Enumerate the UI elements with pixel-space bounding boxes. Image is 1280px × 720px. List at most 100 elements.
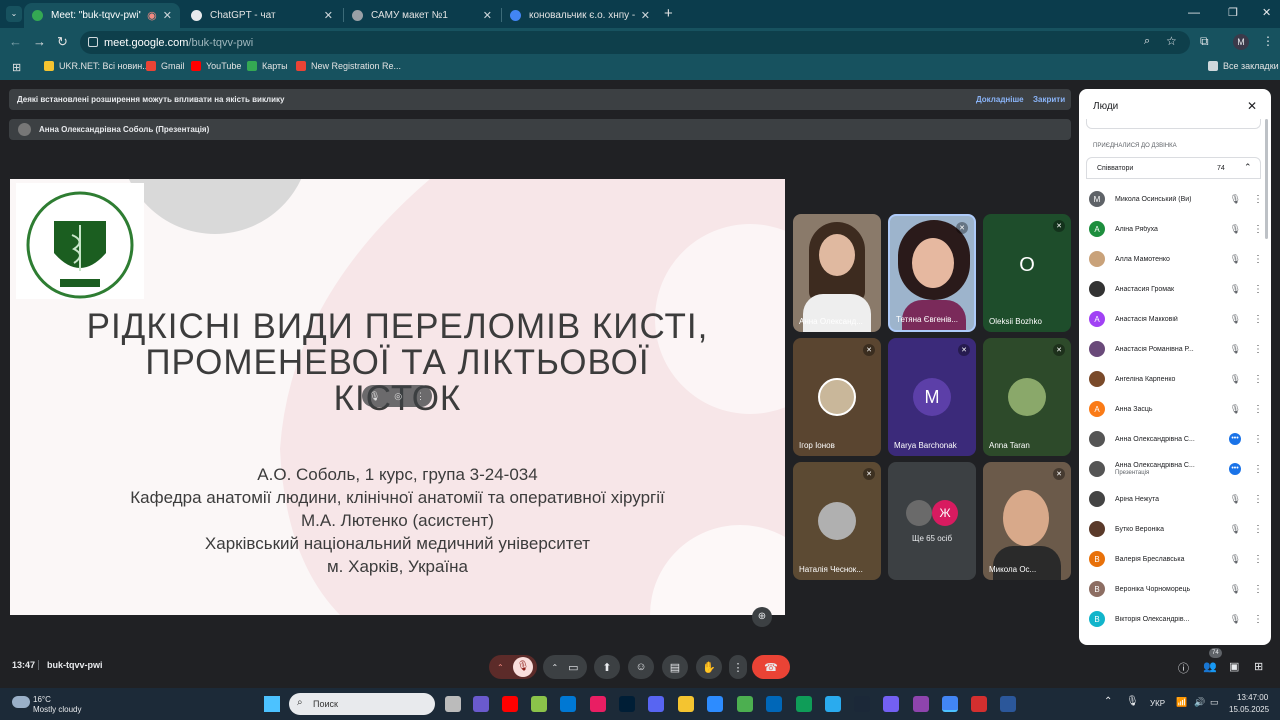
reactions-button[interactable]: ☺: [628, 655, 654, 679]
captions-button[interactable]: ▤: [662, 655, 688, 679]
tab-meet[interactable]: Meet: "buk-tqvv-pwi" ◉ ✕: [24, 3, 180, 28]
more-icon[interactable]: ⋮: [1253, 434, 1263, 445]
bookmark-star-icon[interactable]: ☆: [1166, 34, 1177, 48]
present-button[interactable]: ⬆: [594, 655, 620, 679]
chat-icon[interactable]: ▣: [1229, 660, 1239, 673]
folder-icon[interactable]: [678, 696, 694, 712]
apps-icon[interactable]: ⊞: [12, 61, 21, 74]
more-participants-tile[interactable]: Ж Ще 65 осіб: [888, 462, 976, 580]
participant-row[interactable]: М Микола Осинський (Ви) 🎙 ⋮: [1089, 184, 1263, 214]
participant-tile[interactable]: ✕ Тетяна Євгенів...: [888, 214, 976, 332]
close-icon[interactable]: ✕: [324, 9, 333, 22]
presenter-hover-controls[interactable]: 🎙 ◎ ⋮: [362, 385, 432, 407]
forward-button[interactable]: →: [33, 34, 46, 49]
profile-avatar[interactable]: M: [1233, 34, 1249, 50]
participant-tile[interactable]: ✕ Anna Taran: [983, 338, 1071, 456]
camera-group[interactable]: ⌃ ▭: [543, 655, 587, 679]
battery-icon[interactable]: ▭: [1210, 697, 1219, 708]
more-icon[interactable]: ⋮: [1253, 524, 1263, 535]
bookmark-registration[interactable]: New Registration Re...: [296, 61, 401, 71]
more-icon[interactable]: ⋮: [1253, 614, 1263, 625]
url-field[interactable]: meet.google.com/buk-tqvv-pwi ⌕ ☆: [80, 31, 1190, 54]
participant-row[interactable]: В Вікторія Олександрів... 🎙 ⋮: [1089, 604, 1263, 634]
word-icon[interactable]: [1000, 696, 1016, 712]
windows-start-icon[interactable]: [264, 696, 280, 712]
steam-icon[interactable]: [854, 696, 870, 712]
participant-row[interactable]: Аріна Нежута 🎙 ⋮: [1089, 484, 1263, 514]
scrollbar[interactable]: [1265, 119, 1268, 239]
camera-icon[interactable]: ▭: [568, 661, 578, 674]
participant-row[interactable]: Анна Олександрівна С... Презентація ••• ⋮: [1089, 454, 1263, 484]
participant-row[interactable]: Анастасія Романівна Р... 🎙 ⋮: [1089, 334, 1263, 364]
participant-row[interactable]: Алла Мамотенко 🎙 ⋮: [1089, 244, 1263, 274]
language-indicator[interactable]: УКР: [1150, 699, 1165, 708]
weather-icon[interactable]: [12, 696, 30, 708]
more-icon[interactable]: ⋮: [1253, 254, 1263, 265]
participant-tile[interactable]: M ✕ Marya Barchonak: [888, 338, 976, 456]
photoshop-icon[interactable]: [619, 696, 635, 712]
more-icon[interactable]: ⋮: [1253, 554, 1263, 565]
participant-tile[interactable]: ✕ Микола Ос...: [983, 462, 1071, 580]
volume-icon[interactable]: 🔊: [1194, 697, 1205, 708]
chevron-up-icon[interactable]: ⌃: [497, 663, 504, 672]
clock-time[interactable]: 13:47:00: [1237, 693, 1268, 702]
more-icon[interactable]: ⋮: [1253, 584, 1263, 595]
chevron-up-icon[interactable]: ⌃: [1244, 162, 1252, 173]
raise-hand-button[interactable]: ✋: [696, 655, 722, 679]
extensions-icon[interactable]: ⧉: [1200, 34, 1209, 49]
youtube-icon[interactable]: [502, 696, 518, 712]
app-icon[interactable]: [913, 696, 929, 712]
discord-icon[interactable]: [648, 696, 664, 712]
participant-tile[interactable]: ✕ Ігор Іонов: [793, 338, 881, 456]
viber-icon[interactable]: [883, 696, 899, 712]
participant-row[interactable]: Бутко Вероніка 🎙 ⋮: [1089, 514, 1263, 544]
zoom-in-button[interactable]: ⊕: [752, 607, 772, 627]
more-icon[interactable]: ⋮: [1253, 224, 1263, 235]
participant-row[interactable]: Анна Олександрівна С... ••• ⋮: [1089, 424, 1263, 454]
zoom-icon[interactable]: ⌕: [1144, 35, 1150, 48]
banner-close-link[interactable]: Закрити: [1033, 95, 1065, 104]
banner-details-link[interactable]: Докладніше: [976, 95, 1024, 104]
app-icon[interactable]: [531, 696, 547, 712]
more-icon[interactable]: ⋮: [1253, 314, 1263, 325]
participant-row[interactable]: А Аліна Рябуха 🎙 ⋮: [1089, 214, 1263, 244]
participant-row[interactable]: В Вероніка Чорноморець 🎙 ⋮: [1089, 574, 1263, 604]
back-button[interactable]: ←: [9, 34, 22, 49]
chrome-icon[interactable]: [942, 696, 958, 712]
tab-google-search[interactable]: коновальчик є.о. хнпу - Пошук ✕: [502, 3, 658, 28]
new-tab-button[interactable]: +: [664, 5, 673, 22]
more-icon[interactable]: ⋮: [1253, 344, 1263, 355]
contributors-group[interactable]: Співватори 74 ⌃: [1086, 157, 1261, 179]
participant-row[interactable]: А Анна Засць 🎙 ⋮: [1089, 394, 1263, 424]
menu-icon[interactable]: ⋮: [1262, 34, 1274, 48]
close-icon[interactable]: ✕: [641, 9, 650, 22]
chevron-up-icon[interactable]: ⌃: [551, 663, 558, 672]
leave-call-button[interactable]: ☎: [752, 655, 790, 679]
app-icon[interactable]: [590, 696, 606, 712]
people-button[interactable]: 👥 74: [1203, 648, 1222, 673]
all-bookmarks[interactable]: Все закладки: [1208, 61, 1279, 71]
more-icon[interactable]: ⋮: [416, 391, 425, 402]
info-icon[interactable]: ⓘ: [1178, 660, 1189, 676]
tab-chatgpt[interactable]: ChatGPT - чат ✕: [183, 3, 341, 28]
pin-icon[interactable]: ◎: [394, 391, 402, 402]
mic-off-icon[interactable]: 🎙: [369, 391, 380, 402]
tab-search-button[interactable]: ⌄: [6, 6, 22, 22]
mic-group[interactable]: ⌃ 🎙: [489, 655, 537, 679]
chevron-up-icon[interactable]: ⌃: [1104, 696, 1112, 707]
more-icon[interactable]: ⋮: [1253, 494, 1263, 505]
window-close-button[interactable]: ✕: [1262, 6, 1271, 19]
wifi-icon[interactable]: 📶: [1176, 697, 1187, 708]
app-icon[interactable]: [971, 696, 987, 712]
more-icon[interactable]: ⋮: [1253, 404, 1263, 415]
activities-icon[interactable]: ⊞: [1254, 660, 1263, 673]
mic-off-button[interactable]: 🎙: [513, 657, 533, 677]
reload-button[interactable]: ↻: [57, 34, 68, 50]
participant-row[interactable]: А Анастасія Макковій 🎙 ⋮: [1089, 304, 1263, 334]
bookmark-ukrnet[interactable]: UKR.NET: Всі новин...: [44, 61, 150, 71]
more-icon[interactable]: ⋮: [1253, 194, 1263, 205]
more-icon[interactable]: ⋮: [1253, 374, 1263, 385]
bookmark-gmail[interactable]: Gmail: [146, 61, 185, 71]
taskbar-search[interactable]: ⌕ Поиск: [289, 693, 435, 715]
participant-row[interactable]: Ангеліна Карпенко 🎙 ⋮: [1089, 364, 1263, 394]
